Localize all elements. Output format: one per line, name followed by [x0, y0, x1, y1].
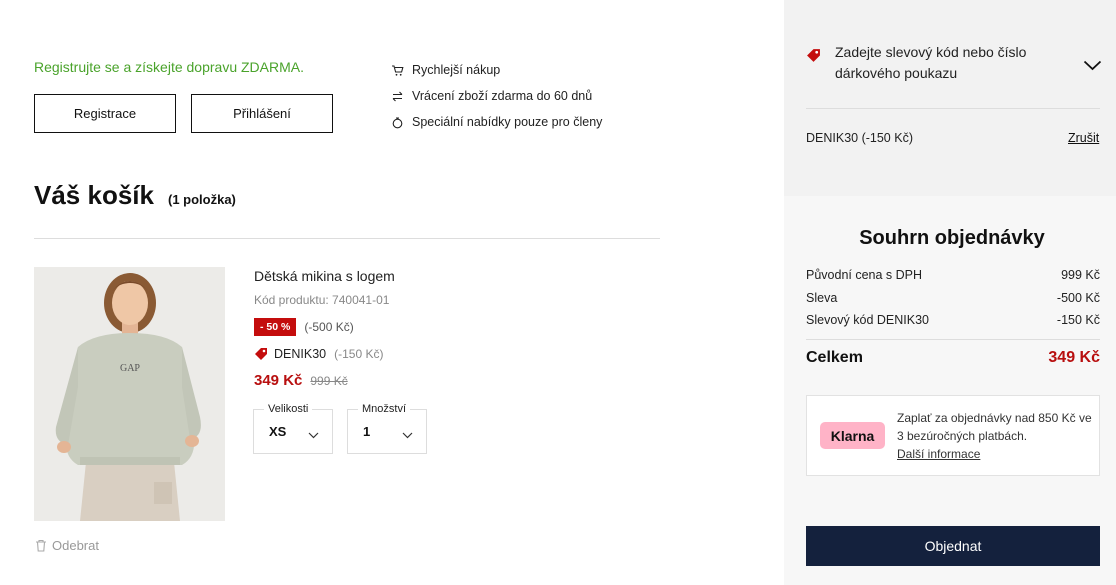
summary-row: Sleva -500 Kč — [806, 291, 1100, 305]
summary-row-value: -500 Kč — [1056, 291, 1100, 305]
total-label: Celkem — [806, 349, 863, 366]
remove-label: Odebrat — [52, 538, 99, 553]
discount-badge: - 50 % — [254, 318, 297, 336]
quantity-value: 1 — [363, 424, 371, 439]
price-tag-icon — [254, 347, 268, 361]
price-tag-icon — [806, 48, 821, 63]
benefit-label: Vrácení zboží zdarma do 60 dnů — [412, 89, 593, 103]
exchange-arrows-icon — [390, 89, 404, 103]
chevron-down-icon — [308, 426, 319, 444]
divider — [806, 339, 1100, 340]
product-code: Kód produktu: 740041-01 — [254, 293, 390, 307]
original-price: 999 Kč — [310, 374, 348, 388]
klarna-description: Zaplať za objednávky nad 850 Kč ve 3 bez… — [897, 411, 1092, 443]
coupon-amount: (-150 Kč) — [334, 347, 384, 361]
divider — [806, 108, 1100, 109]
summary-row-label: Sleva — [806, 291, 838, 305]
member-benefits: Rychlejší nákup Vrácení zboží zdarma do … — [390, 57, 602, 135]
benefit-label: Speciální nabídky pouze pro členy — [412, 115, 603, 129]
trash-icon — [35, 539, 47, 552]
summary-row: Původní cena s DPH 999 Kč — [806, 268, 1100, 282]
klarna-text-block: Zaplať za objednávky nad 850 Kč ve 3 bez… — [897, 409, 1092, 463]
benefit-item: Rychlejší nákup — [390, 57, 602, 83]
coupon-panel — [784, 0, 1116, 196]
coupon-accordion[interactable]: Zadejte slevový kód nebo číslo dárkového… — [806, 42, 1102, 84]
klarna-logo: Klarna — [820, 422, 885, 449]
size-value: XS — [269, 424, 287, 439]
quantity-label: Množství — [358, 403, 411, 415]
product-image[interactable]: GAP — [34, 267, 225, 521]
summary-row-label: Slevový kód DENIK30 — [806, 313, 929, 327]
summary-row-value: 999 Kč — [1061, 268, 1100, 282]
klarna-info-box: Klarna Zaplať za objednávky nad 850 Kč v… — [806, 395, 1100, 476]
cancel-coupon-link[interactable]: Zrušit — [1068, 131, 1099, 145]
more-info-link[interactable]: Další informace — [897, 445, 1092, 463]
size-label: Velikosti — [264, 403, 313, 415]
total-value: 349 Kč — [1048, 349, 1100, 366]
coupon-row: DENIK30 (-150 Kč) — [254, 347, 383, 361]
benefit-item: Vrácení zboží zdarma do 60 dnů — [390, 83, 602, 109]
product-name[interactable]: Dětská mikina s logem — [254, 268, 395, 284]
benefit-item: Speciální nabídky pouze pro členy — [390, 109, 602, 135]
current-price: 349 Kč — [254, 372, 303, 389]
item-count: (1 položka) — [167, 192, 236, 207]
summary-row-label: Původní cena s DPH — [806, 268, 923, 282]
chevron-down-icon — [402, 426, 413, 444]
summary-row-value: -150 Kč — [1056, 313, 1100, 327]
chevron-down-icon[interactable] — [1083, 58, 1102, 76]
benefit-label: Rychlejší nákup — [412, 63, 501, 77]
quantity-select[interactable]: Množství 1 — [347, 403, 427, 454]
page-title: Váš košík — [34, 180, 154, 210]
summary-row: Slevový kód DENIK30 -150 Kč — [806, 313, 1100, 327]
coupon-prompt: Zadejte slevový kód nebo číslo dárkového… — [835, 44, 1027, 81]
size-select[interactable]: Velikosti XS — [253, 403, 333, 454]
gap-logo: GAP — [120, 363, 140, 374]
order-button[interactable]: Objednat — [806, 526, 1100, 566]
divider — [34, 238, 660, 239]
offer-hand-icon — [390, 115, 404, 129]
applied-coupon: DENIK30 (-150 Kč) — [806, 131, 913, 145]
discount-amount: (-500 Kč) — [304, 320, 354, 334]
price-row: 349 Kč 999 Kč — [254, 372, 348, 389]
login-button[interactable]: Přihlášení — [191, 94, 333, 133]
total-row: Celkem 349 Kč — [806, 349, 1100, 367]
free-shipping-promo: Registrujte se a získejte dopravu ZDARMA… — [34, 59, 304, 75]
discount-row: - 50 % (-500 Kč) — [254, 318, 354, 336]
summary-title: Souhrn objednávky — [859, 227, 1045, 249]
cart-icon — [390, 63, 404, 77]
remove-item-button[interactable]: Odebrat — [35, 538, 99, 553]
cart-heading: Váš košík (1 položka) — [34, 180, 236, 211]
register-button[interactable]: Registrace — [34, 94, 176, 133]
coupon-code: DENIK30 — [274, 347, 327, 361]
